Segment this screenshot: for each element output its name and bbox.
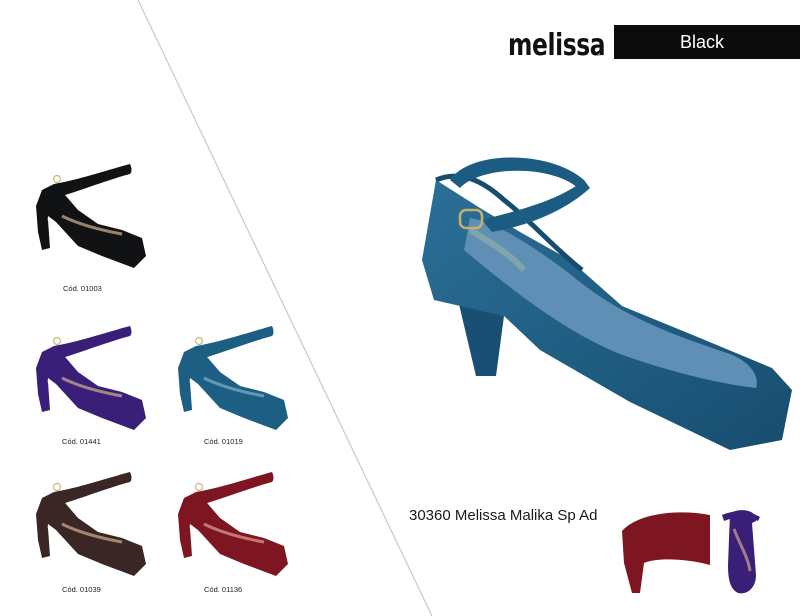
shoe-thumbnail-brown[interactable] [18,458,150,580]
hero-shoe-image [422,157,792,450]
collection-label: Black [614,25,800,59]
variant-code: Cód. 01441 [62,437,101,446]
variant-code: Cód. 01136 [204,585,243,594]
variant-code: Cód. 01039 [62,585,101,594]
shoe-thumbnail-teal-blue[interactable] [160,312,292,434]
collection-label-text: Black [680,31,725,52]
product-name: 30360 Melissa Malika Sp Ad [409,507,598,524]
shoe-thumbnail-black[interactable] [18,150,150,272]
detail-front-purple[interactable] [716,505,796,597]
variant-code: Cód. 01019 [204,437,243,446]
detail-heel-red[interactable] [618,505,710,597]
shoe-thumbnail-purple[interactable] [18,312,150,434]
variant-code: Cód. 01003 [63,284,102,293]
shoe-thumbnail-red[interactable] [160,458,292,580]
registered-mark: ® [596,52,601,58]
brand-logo: melissa [508,28,606,63]
